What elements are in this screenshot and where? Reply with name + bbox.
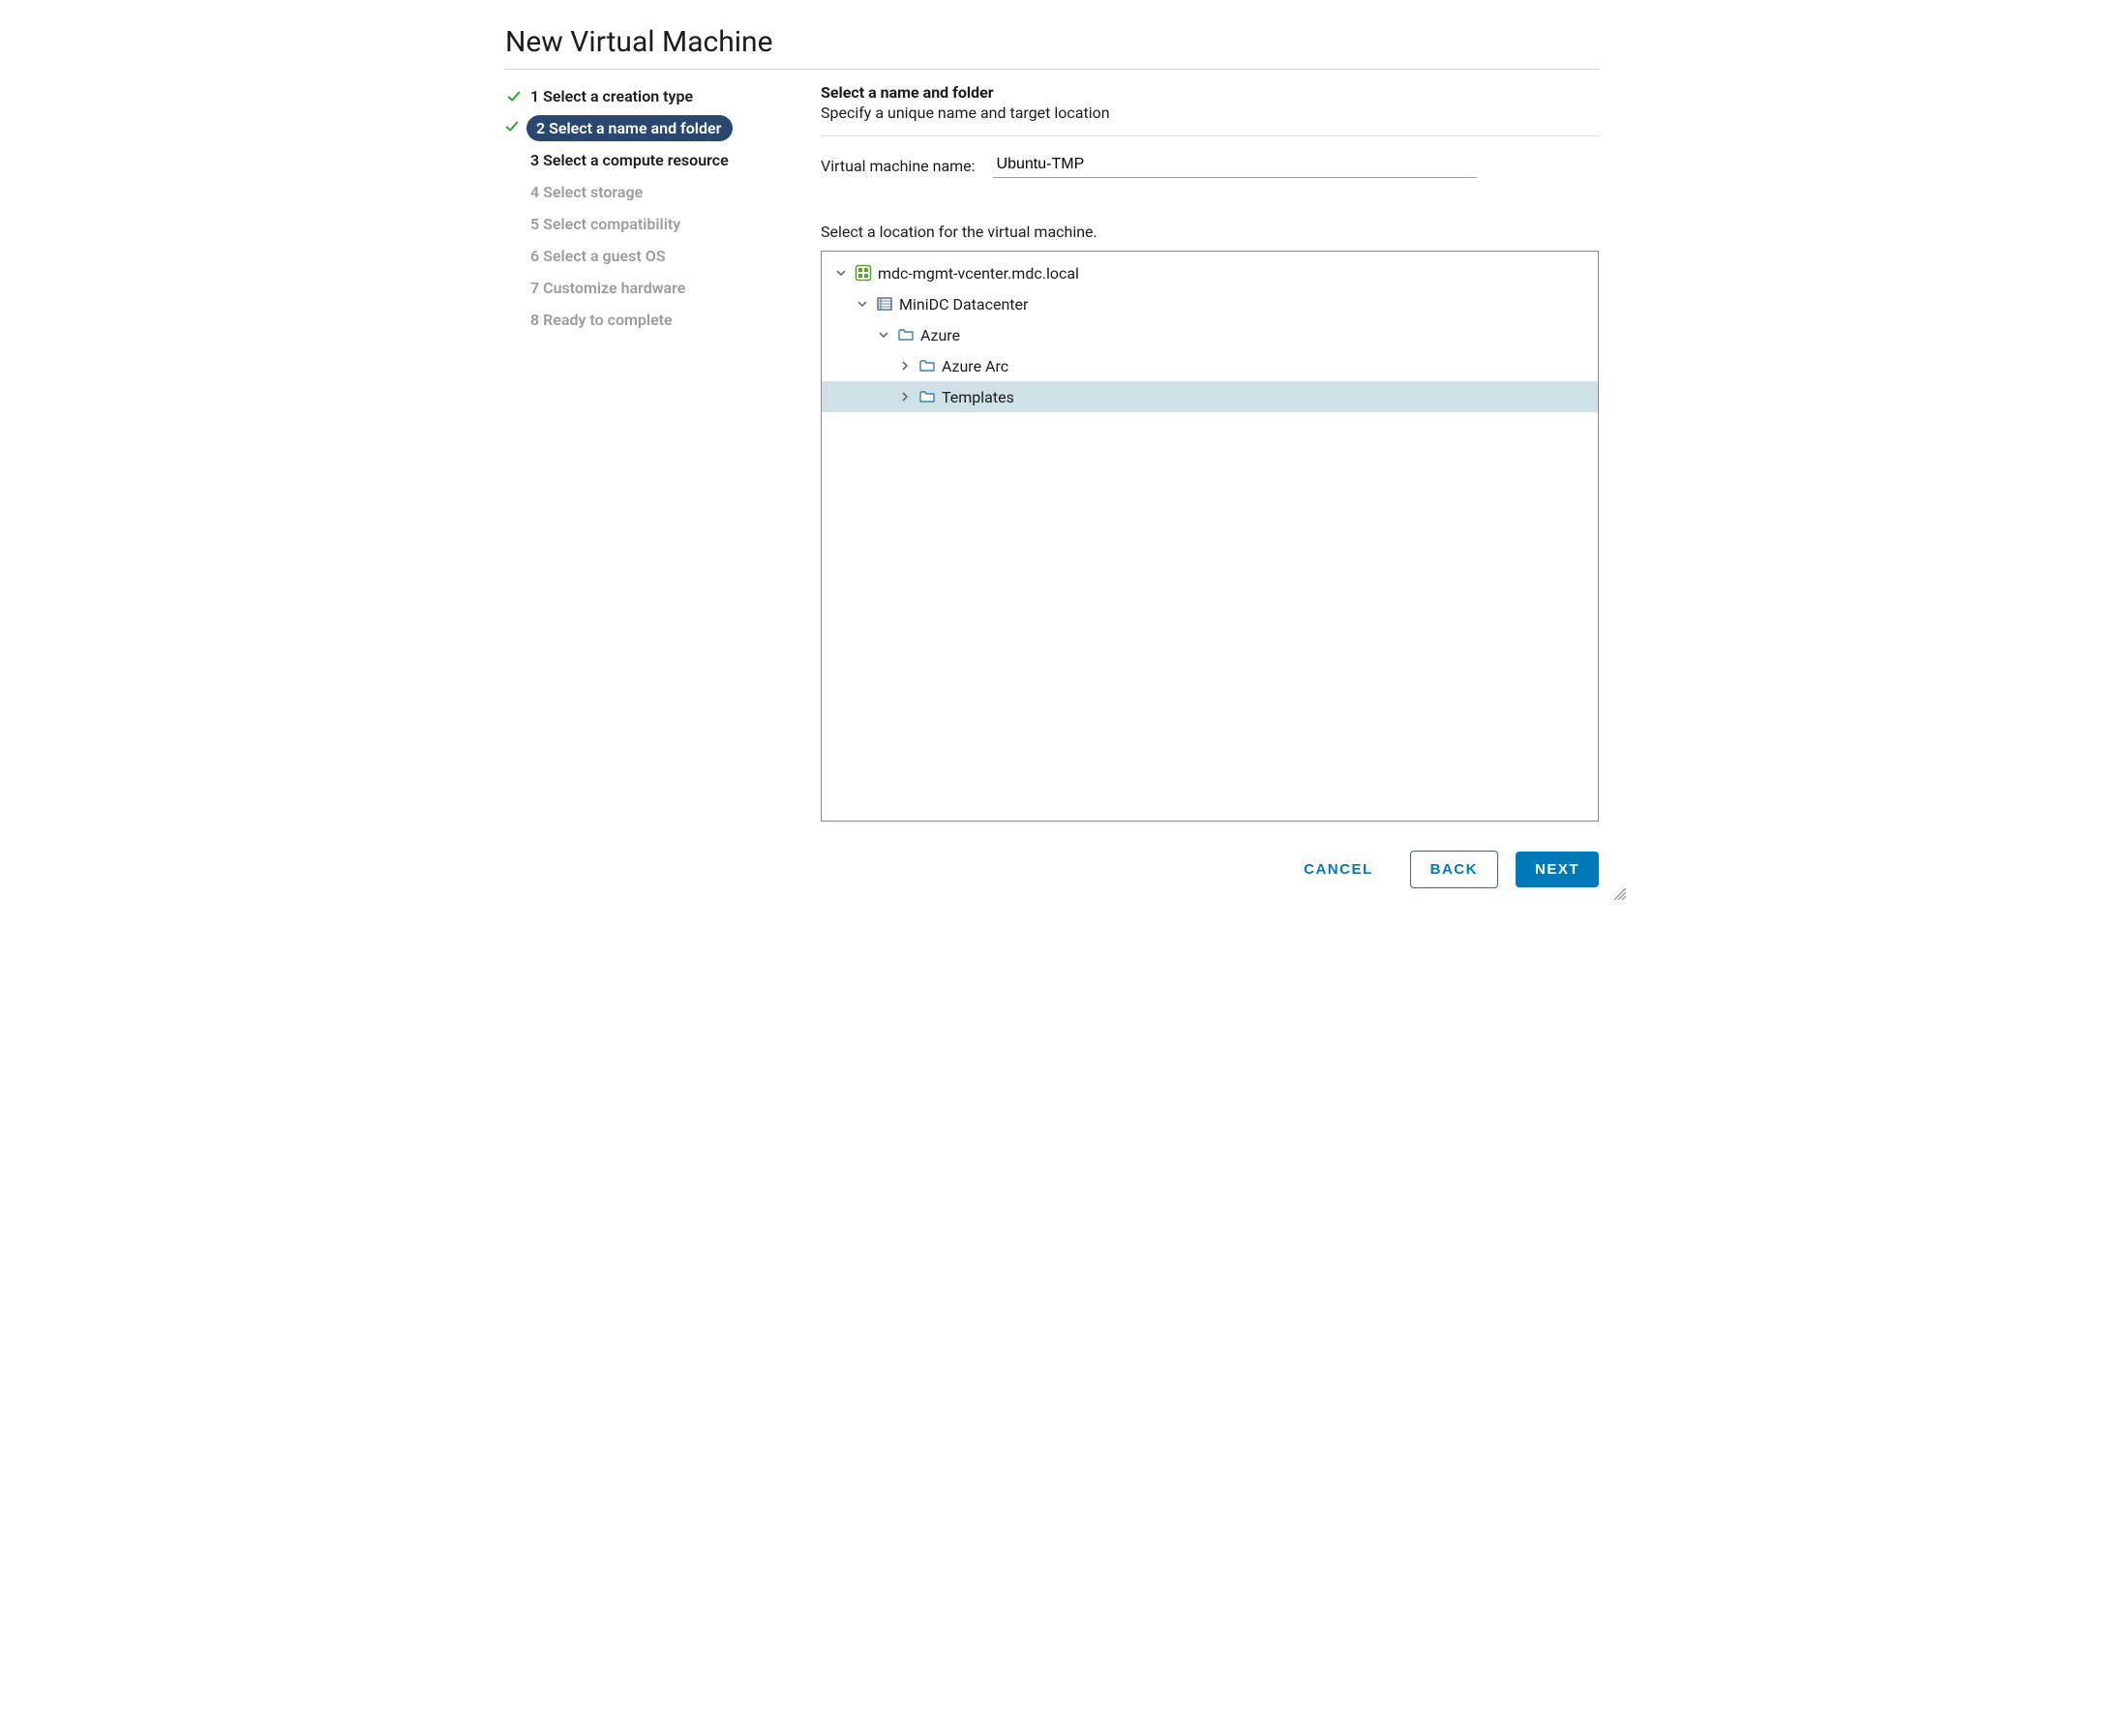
tree-node-label: Templates — [942, 388, 1014, 406]
resize-handle-icon[interactable] — [1614, 885, 1626, 904]
step-label: 4 Select storage — [530, 183, 643, 201]
section-title: Select a name and folder — [821, 83, 1599, 102]
wizard-step-4: 4 Select storage — [505, 179, 794, 205]
dialog-title: New Virtual Machine — [505, 25, 1599, 59]
location-tree[interactable]: mdc-mgmt-vcenter.mdc.local MiniDC Datacen… — [821, 251, 1599, 822]
wizard-step-3: 3 Select a compute resource — [505, 147, 794, 173]
wizard-step-2-wrapper[interactable]: 2 Select a name and folder — [505, 115, 794, 141]
dialog-body: 1 Select a creation type 2 Select a name … — [505, 83, 1599, 822]
divider — [821, 135, 1599, 136]
tree-node-label: mdc-mgmt-vcenter.mdc.local — [878, 264, 1079, 283]
chevron-down-icon[interactable] — [876, 329, 891, 341]
wizard-footer: CANCEL BACK NEXT — [505, 851, 1599, 888]
wizard-step-6: 6 Select a guest OS — [505, 243, 794, 269]
back-button[interactable]: BACK — [1410, 851, 1498, 888]
check-icon — [505, 119, 519, 137]
tree-node-label: Azure Arc — [942, 357, 1008, 375]
wizard-step-7: 7 Customize hardware — [505, 275, 794, 301]
step-label: 7 Customize hardware — [530, 279, 685, 297]
folder-icon — [918, 388, 936, 405]
cancel-button[interactable]: CANCEL — [1284, 852, 1393, 887]
wizard-step-2[interactable]: 2 Select a name and folder — [526, 115, 733, 141]
check-icon — [505, 90, 523, 104]
tree-node-tmpl[interactable]: Templates — [822, 381, 1598, 412]
tree-node-az[interactable]: Azure — [822, 319, 1598, 350]
folder-icon — [918, 357, 936, 374]
step-label: 5 Select compatibility — [530, 215, 680, 233]
divider — [505, 69, 1599, 70]
folder-icon — [897, 326, 915, 344]
location-caption: Select a location for the virtual machin… — [821, 223, 1599, 241]
step-label: 8 Ready to complete — [530, 311, 673, 329]
step-label: 6 Select a guest OS — [530, 247, 666, 265]
next-button[interactable]: NEXT — [1516, 852, 1599, 887]
chevron-down-icon[interactable] — [855, 298, 870, 310]
vcenter-icon — [855, 264, 872, 282]
chevron-down-icon[interactable] — [833, 267, 849, 279]
datacenter-icon — [876, 295, 893, 313]
vm-name-row: Virtual machine name: — [821, 154, 1599, 178]
wizard-step-1[interactable]: 1 Select a creation type — [505, 83, 794, 109]
chevron-right-icon[interactable] — [897, 391, 913, 403]
wizard-content: Select a name and folder Specify a uniqu… — [821, 83, 1599, 822]
wizard-step-8: 8 Ready to complete — [505, 307, 794, 333]
step-label: 1 Select a creation type — [530, 87, 693, 105]
wizard-steps: 1 Select a creation type 2 Select a name … — [505, 83, 794, 822]
chevron-right-icon[interactable] — [897, 360, 913, 372]
vm-name-input[interactable] — [993, 154, 1477, 178]
wizard-step-5: 5 Select compatibility — [505, 211, 794, 237]
section-subtitle: Specify a unique name and target locatio… — [821, 104, 1599, 122]
tree-node-label: MiniDC Datacenter — [899, 295, 1028, 314]
new-vm-wizard-dialog: New Virtual Machine 1 Select a creation … — [476, 0, 1628, 906]
tree-node-label: Azure — [920, 326, 960, 344]
tree-node-root[interactable]: mdc-mgmt-vcenter.mdc.local — [822, 257, 1598, 288]
vm-name-label: Virtual machine name: — [821, 157, 976, 175]
tree-node-dc[interactable]: MiniDC Datacenter — [822, 288, 1598, 319]
step-label: 3 Select a compute resource — [530, 151, 729, 169]
step-label: 2 Select a name and folder — [536, 119, 721, 137]
tree-node-arc[interactable]: Azure Arc — [822, 350, 1598, 381]
